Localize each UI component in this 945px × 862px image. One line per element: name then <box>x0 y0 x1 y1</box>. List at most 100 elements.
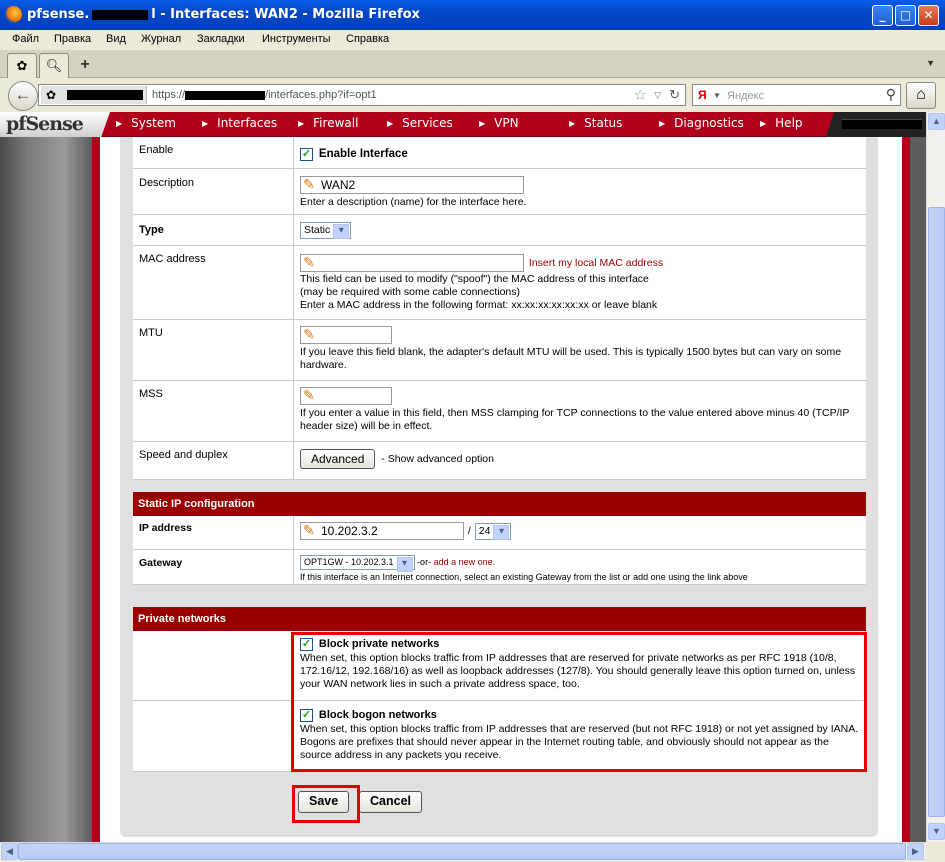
redacted-block <box>92 9 149 20</box>
nav-label: Status <box>584 116 623 130</box>
menu-tools[interactable]: Инструменты <box>262 33 331 45</box>
gateway-row: Gateway OPT1GW - 10.202.3.1 -or- add a n… <box>133 550 866 585</box>
mac-input[interactable] <box>300 254 524 272</box>
menu-file[interactable]: Файл <box>12 33 39 45</box>
description-input[interactable]: WAN2 <box>300 176 524 194</box>
menu-bookmarks[interactable]: Закладки <box>197 33 245 45</box>
close-button[interactable]: ✕ <box>918 5 939 26</box>
nav-diagnostics[interactable]: ▶ Diagnostics <box>659 116 744 130</box>
ip-input[interactable]: 10.202.3.2 <box>300 522 464 540</box>
url-prefix: https:// <box>152 89 186 101</box>
nav-arrow-icon: ▶ <box>298 119 305 128</box>
type-label: Type <box>139 224 164 236</box>
description-label: Description <box>139 177 195 189</box>
ip-row: IP address 10.202.3.2 / 24 <box>133 516 866 550</box>
site-identity[interactable]: ✿ <box>41 86 147 104</box>
nav-vpn[interactable]: ▶ VPN <box>479 116 519 130</box>
title-prefix: pfsense. <box>27 7 90 22</box>
mac-hint-3: Enter a MAC address in the following for… <box>300 299 658 311</box>
nav-firewall[interactable]: ▶ Firewall <box>298 116 358 130</box>
enable-checkbox[interactable]: ✓ <box>300 148 313 161</box>
scroll-down-icon[interactable]: ▼ <box>928 823 945 840</box>
nav-label: Diagnostics <box>674 116 744 130</box>
speed-row: Speed and duplex Advanced - Show advance… <box>133 442 866 480</box>
static-ip-section-header: Static IP configuration <box>133 492 866 516</box>
address-bar[interactable]: ✿ https:// /interfaces.php?if=opt1 ☆ ▽ ↻ <box>38 84 686 106</box>
pfsense-logo[interactable]: pfSense <box>0 112 110 137</box>
insert-mac-link[interactable]: Insert my local MAC address <box>529 257 663 269</box>
mtu-row: MTU If you leave this field blank, the a… <box>133 320 866 381</box>
redacted-block <box>67 90 143 100</box>
reload-icon[interactable]: ↻ <box>669 87 680 103</box>
tab-list-arrow-icon[interactable]: ▼ <box>926 58 935 68</box>
add-gateway-link[interactable]: add a new one. <box>434 557 496 567</box>
nav-interfaces[interactable]: ▶ Interfaces <box>202 116 277 130</box>
url-text[interactable]: https:// /interfaces.php?if=opt1 <box>152 89 377 101</box>
yandex-icon[interactable]: Я <box>698 88 707 102</box>
nav-help[interactable]: ▶ Help <box>760 116 803 130</box>
nav-arrow-icon: ▶ <box>569 119 576 128</box>
bookmark-star-icon[interactable]: ☆ <box>634 86 647 104</box>
scroll-up-icon[interactable]: ▲ <box>928 113 945 130</box>
nav-services[interactable]: ▶ Services <box>387 116 453 130</box>
new-tab-button[interactable]: + <box>70 53 100 78</box>
description-row: Description WAN2 Enter a description (na… <box>133 169 866 215</box>
private-networks-section-header: Private networks <box>133 607 866 631</box>
vertical-scrollbar[interactable]: ▲ ▼ <box>926 112 945 842</box>
mtu-input[interactable] <box>300 326 392 344</box>
title-suffix: l - Interfaces: WAN2 - Mozilla Firefox <box>151 7 420 22</box>
window-title: pfsense. l - Interfaces: WAN2 - Mozilla F… <box>27 7 420 22</box>
history-dropdown-icon[interactable]: ▽ <box>654 90 661 101</box>
subnet-select[interactable]: 24 <box>474 522 512 540</box>
menu-edit[interactable]: Правка <box>54 33 91 45</box>
menu-history[interactable]: Журнал <box>141 33 181 45</box>
type-row: Type Static <box>133 215 866 246</box>
horizontal-scrollbar[interactable]: ◀ ▶ <box>0 842 926 860</box>
gateway-select[interactable]: OPT1GW - 10.202.3.1 <box>300 555 415 572</box>
ip-slash: / <box>467 524 471 537</box>
speed-cell: Advanced - Show advanced option <box>293 442 866 479</box>
menu-view[interactable]: Вид <box>106 33 126 45</box>
nav-system[interactable]: ▶ System <box>116 116 176 130</box>
redacted-block <box>842 119 922 129</box>
advanced-button[interactable]: Advanced <box>300 449 376 469</box>
nav-label: VPN <box>494 116 519 130</box>
tab-search[interactable]: 🔍︎ <box>39 53 69 78</box>
search-icon[interactable]: ⚲ <box>886 86 896 103</box>
magnifier-tab-icon: 🔍︎ <box>45 58 63 73</box>
mac-hint-1: This field can be used to modify ("spoof… <box>300 273 649 285</box>
back-button[interactable]: ← <box>8 81 38 111</box>
enable-cell: ✓ Enable Interface <box>293 137 866 168</box>
tab-pfsense[interactable]: ✿ <box>7 53 37 78</box>
nav-arrow-icon: ▶ <box>659 119 666 128</box>
hostname-area <box>826 112 926 137</box>
scroll-left-icon[interactable]: ◀ <box>1 843 18 860</box>
nav-label: Help <box>775 116 803 130</box>
gateway-label: Gateway <box>139 557 183 569</box>
vertical-scroll-thumb[interactable] <box>928 207 945 817</box>
logo-text: pfSense <box>6 113 84 135</box>
type-select[interactable]: Static <box>300 222 352 239</box>
menu-help[interactable]: Справка <box>346 33 389 45</box>
cancel-button[interactable]: Cancel <box>359 791 422 813</box>
mtu-hint: If you leave this field blank, the adapt… <box>300 346 842 371</box>
mss-row: MSS If you enter a value in this field, … <box>133 381 866 442</box>
scroll-right-icon[interactable]: ▶ <box>907 843 924 860</box>
mss-input[interactable] <box>300 387 392 405</box>
nav-status[interactable]: ▶ Status <box>569 116 622 130</box>
horizontal-scroll-thumb[interactable] <box>18 843 906 860</box>
maximize-button[interactable]: □ <box>895 5 916 26</box>
mss-label: MSS <box>139 388 163 400</box>
home-button[interactable]: ⌂ <box>906 82 936 109</box>
save-highlight <box>292 785 360 823</box>
block-bogon-label-cell <box>133 701 293 771</box>
search-bar[interactable]: Я ▼ Яндекс ⚲ <box>692 84 901 106</box>
block-private-label-cell <box>133 631 293 700</box>
mss-cell: If you enter a value in this field, then… <box>293 381 866 441</box>
site-favicon-icon: ✿ <box>46 88 57 102</box>
engine-dropdown-icon[interactable]: ▼ <box>713 91 721 100</box>
tab-strip: ✿ 🔍︎ + ▼ <box>0 50 945 78</box>
nav-label: System <box>131 116 176 130</box>
menu-bar: Файл Правка Вид Журнал Закладки Инструме… <box>0 30 945 50</box>
minimize-button[interactable]: _ <box>872 5 893 26</box>
